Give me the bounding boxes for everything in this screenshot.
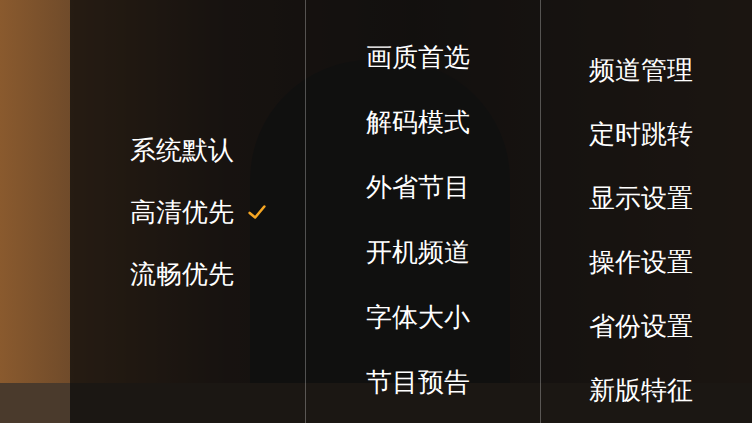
category-item[interactable]: 字体大小 [366,285,540,350]
category-column: 画质首选解码模式外省节目开机频道字体大小节目预告 [305,0,540,423]
settings-item-label: 新版特征 [589,358,693,422]
settings-item-label: 显示设置 [589,166,693,230]
video-player: 系统默认高清优先流畅优先 画质首选解码模式外省节目开机频道字体大小节目预告 频道… [0,0,752,423]
category-item[interactable]: 开机频道 [366,220,540,285]
settings-column: 频道管理定时跳转显示设置操作设置省份设置新版特征 [540,0,752,423]
category-item[interactable]: 外省节目 [366,155,540,220]
quality-option-label: 流畅优先 [130,243,234,305]
category-item-label: 字体大小 [366,285,470,350]
quality-option[interactable]: 高清优先 [130,181,305,243]
category-item-label: 开机频道 [366,220,470,285]
category-item-label: 画质首选 [366,25,470,90]
settings-item-label: 定时跳转 [589,102,693,166]
category-item-label: 外省节目 [366,155,470,220]
check-icon [246,201,268,223]
quality-option[interactable]: 流畅优先 [130,243,305,305]
quality-option[interactable]: 系统默认 [130,119,305,181]
quality-option-label: 系统默认 [130,119,234,181]
settings-item[interactable]: 新版特征 [589,358,752,422]
settings-item[interactable]: 定时跳转 [589,102,752,166]
category-item-label: 解码模式 [366,90,470,155]
quality-option-label: 高清优先 [130,181,234,243]
category-item[interactable]: 节目预告 [366,350,540,415]
settings-item-label: 操作设置 [589,230,693,294]
category-item[interactable]: 解码模式 [366,90,540,155]
settings-item[interactable]: 显示设置 [589,166,752,230]
settings-item[interactable]: 省份设置 [589,294,752,358]
category-item[interactable]: 画质首选 [366,25,540,90]
settings-item-label: 频道管理 [589,38,693,102]
settings-item[interactable]: 频道管理 [589,38,752,102]
category-item-label: 节目预告 [366,350,470,415]
option-column: 系统默认高清优先流畅优先 [70,0,305,423]
settings-item[interactable]: 操作设置 [589,230,752,294]
settings-menu: 系统默认高清优先流畅优先 画质首选解码模式外省节目开机频道字体大小节目预告 频道… [70,0,752,423]
settings-item-label: 省份设置 [589,294,693,358]
